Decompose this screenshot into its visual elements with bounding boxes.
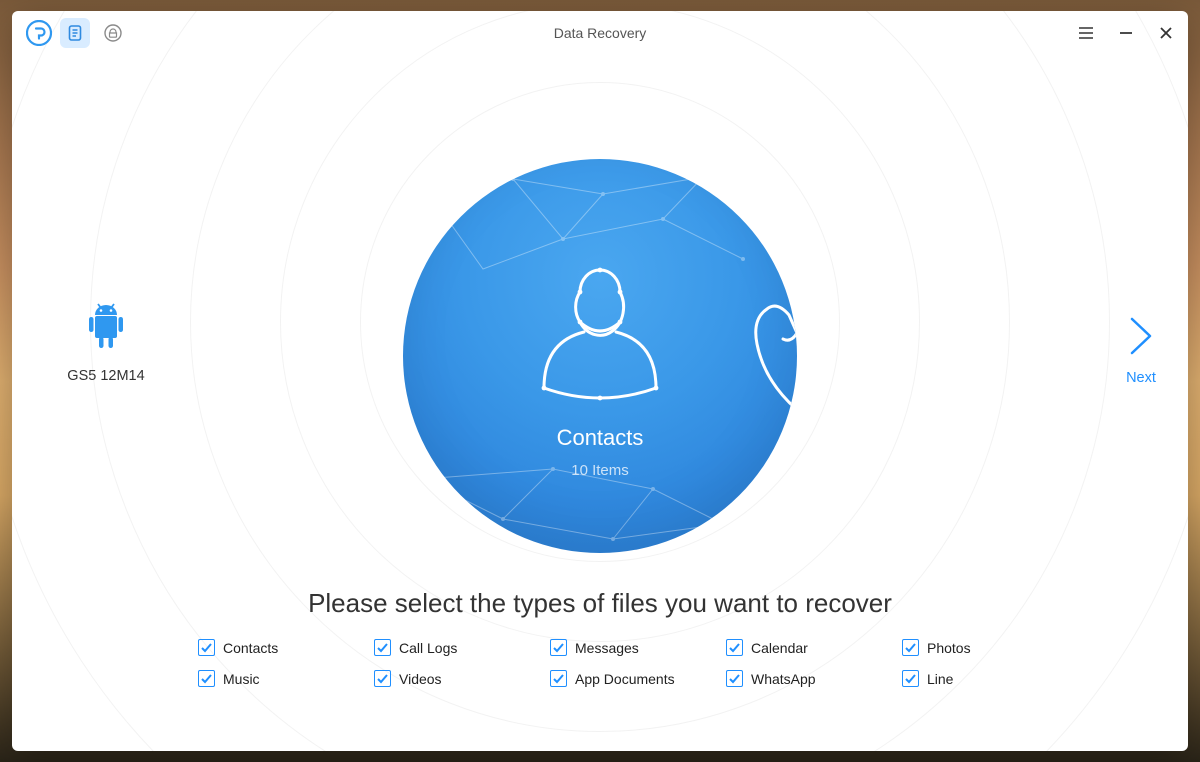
window-title: Data Recovery [12,11,1188,55]
contact-person-icon [530,254,670,414]
type-label: WhatsApp [751,671,816,687]
checkbox-icon [198,639,215,656]
minimize-button[interactable] [1114,21,1138,45]
type-label: Contacts [223,640,278,656]
type-line-checkbox[interactable]: Line [902,670,1078,687]
device-panel[interactable]: GS5 12M14 [46,301,166,384]
type-label: App Documents [575,671,675,687]
type-videos-checkbox[interactable]: Videos [374,670,550,687]
close-button[interactable] [1154,21,1178,45]
device-label: GS5 12M14 [46,368,166,384]
checkbox-icon [902,639,919,656]
type-label: Calendar [751,640,808,656]
instruction-text: Please select the types of files you wan… [12,588,1188,619]
type-call-logs-checkbox[interactable]: Call Logs [374,639,550,656]
next-label: Next [1124,370,1158,386]
type-whatsapp-checkbox[interactable]: WhatsApp [726,670,902,687]
type-contacts-checkbox[interactable]: Contacts [198,639,374,656]
titlebar-left [12,18,128,48]
checkbox-icon [550,639,567,656]
disc-category-subtitle: 10 Items [403,462,797,479]
type-photos-checkbox[interactable]: Photos [902,639,1078,656]
type-messages-checkbox[interactable]: Messages [550,639,726,656]
android-icon [84,301,128,353]
type-label: Call Logs [399,640,457,656]
checkbox-icon [374,670,391,687]
type-app-documents-checkbox[interactable]: App Documents [550,670,726,687]
checkbox-icon [726,670,743,687]
checkbox-icon [550,670,567,687]
checkbox-icon [726,639,743,656]
type-label: Photos [927,640,971,656]
type-label: Music [223,671,260,687]
type-calendar-checkbox[interactable]: Calendar [726,639,902,656]
titlebar: Data Recovery [12,11,1188,55]
type-label: Videos [399,671,442,687]
type-music-checkbox[interactable]: Music [198,670,374,687]
category-disc[interactable]: Contacts 10 Items [403,159,797,553]
file-type-grid: Contacts Call Logs Messages Calendar Pho… [198,639,1078,687]
checkbox-icon [198,670,215,687]
window-controls [1074,11,1178,55]
checkbox-icon [902,670,919,687]
app-window: Data Recovery [12,11,1188,751]
mode-data-recovery-button[interactable] [60,18,90,48]
phone-icon [737,289,797,429]
mode-secondary-button[interactable] [98,18,128,48]
chevron-right-icon [1124,313,1158,359]
type-label: Messages [575,640,639,656]
disc-category-title: Contacts [403,425,797,451]
app-logo-icon [26,20,52,46]
menu-button[interactable] [1074,21,1098,45]
checkbox-icon [374,639,391,656]
type-label: Line [927,671,953,687]
next-button[interactable]: Next [1124,313,1158,386]
